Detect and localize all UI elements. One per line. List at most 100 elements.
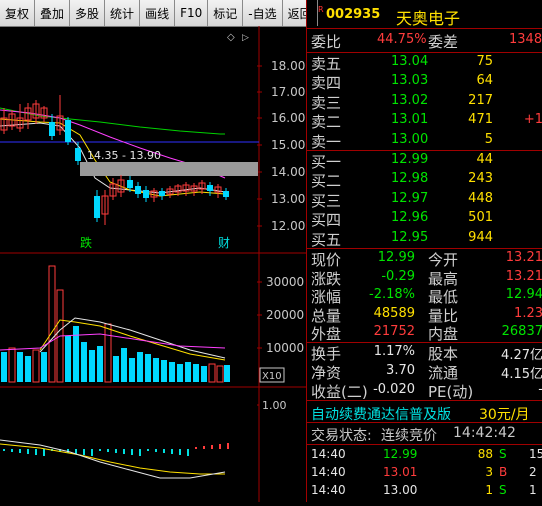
diamond-icon[interactable]: ◇ xyxy=(227,32,235,43)
bid-level-row[interactable]: 买三 12.97 448 xyxy=(307,190,542,210)
ad-banner[interactable]: 自动续费通达信普及版 30元/月 xyxy=(307,402,542,424)
volume-bar xyxy=(129,358,135,382)
quote-value: 1.23 xyxy=(514,305,542,321)
divider xyxy=(307,422,542,423)
triangle-right-icon[interactable]: ▷ xyxy=(242,33,249,43)
ask-level-row[interactable]: 卖二 13.01 471 +1 xyxy=(307,111,542,131)
tick-row[interactable]: 14:40 13.01 3 B 2 xyxy=(307,464,542,482)
fundamental-value: 4.27亿 xyxy=(501,348,542,363)
committee-diff-label: 委差 xyxy=(428,33,459,51)
volume-bar xyxy=(193,364,199,382)
volume-bar xyxy=(169,362,175,382)
fundamental-label: 流通 xyxy=(428,364,459,382)
kline-chart[interactable]: ◇ ▷ 18.0017.0016.0015.0014.0013.0012.00 … xyxy=(0,26,306,502)
candle xyxy=(207,185,213,191)
bid-level-label: 买四 xyxy=(311,211,342,230)
volume-bar xyxy=(201,366,207,382)
candle xyxy=(94,196,100,218)
fundamental-label: 收益(二) xyxy=(311,383,368,401)
candle xyxy=(159,191,165,196)
event-marker-left[interactable]: 跌 xyxy=(80,235,92,250)
price-axis-label: 13.00 xyxy=(271,192,305,206)
toolbar-button[interactable]: 复权 xyxy=(0,0,36,26)
trade-status-row: 交易状态: 连续竞价 14:42:42 xyxy=(307,424,542,444)
toolbar-button[interactable]: 统计 xyxy=(105,0,141,26)
stock-name[interactable]: 天奥电子 xyxy=(396,5,460,29)
tick-row[interactable]: 14:40 13.00 1 S 1 xyxy=(307,482,542,500)
candle xyxy=(223,191,229,197)
tick-count: 15 xyxy=(529,447,542,461)
quote-row: 总量 48589 量比 1.23 xyxy=(307,305,542,325)
tick-side: B xyxy=(499,465,508,479)
volume-bar xyxy=(121,348,127,382)
volume-bar xyxy=(17,352,23,382)
bid-level-row[interactable]: 买一 12.99 44 xyxy=(307,151,542,171)
tick-side: S xyxy=(499,483,507,497)
kline-chart-area[interactable]: ◇ ▷ 18.00 17.00 16.00 15.00 14.00 13.00 12.00 … xyxy=(0,26,306,502)
chart-toolbar: 复权 叠加 多股 统计 画线 F10 标记 -自选 返回 xyxy=(0,0,318,27)
event-marker-right[interactable]: 财 xyxy=(218,236,230,250)
bid-level-label: 买五 xyxy=(311,230,342,249)
bid-price: 12.97 xyxy=(391,190,429,206)
toolbar-button[interactable]: -自选 xyxy=(243,0,283,26)
bid-volume: 944 xyxy=(468,229,493,245)
bid-volume: 448 xyxy=(468,190,493,206)
ad-price[interactable]: 30元/月 xyxy=(479,404,530,424)
ask-price: 13.03 xyxy=(391,73,429,89)
bid-price: 12.95 xyxy=(391,229,429,245)
fundamental-row: 换手 1.17% 股本 4.27亿 xyxy=(307,343,542,363)
quote-value: 12.94 xyxy=(505,287,542,303)
ask-level-label: 卖四 xyxy=(311,74,342,93)
ask-level-row[interactable]: 卖一 13.00 5 xyxy=(307,131,542,151)
tick-row[interactable]: 14:40 12.99 88 S 15 xyxy=(307,446,542,464)
bid-level-row[interactable]: 买四 12.96 501 xyxy=(307,209,542,229)
toolbar-button[interactable]: 叠加 xyxy=(35,0,71,26)
volume-bar xyxy=(1,352,7,382)
ask-change: +1 xyxy=(523,112,542,128)
quote-row: 涨跌 -0.29 最高 13.21 xyxy=(307,268,542,288)
volume-bar xyxy=(8,347,16,383)
fundamental-label: 股本 xyxy=(428,345,459,363)
range-highlight xyxy=(80,162,258,176)
toolbar-button[interactable]: F10 xyxy=(175,0,209,26)
bid-level-row[interactable]: 买二 12.98 243 xyxy=(307,170,542,190)
ad-text[interactable]: 自动续费通达信普及版 xyxy=(311,404,451,424)
ask-price: 13.00 xyxy=(391,131,429,147)
ask-level-row[interactable]: 卖三 13.02 217 xyxy=(307,92,542,112)
quote-row: 涨幅 -2.18% 最低 12.94 xyxy=(307,286,542,306)
bid-price: 12.99 xyxy=(391,152,429,167)
bid-price: 12.96 xyxy=(391,210,429,226)
macd-dif-line xyxy=(0,439,226,479)
tick-volume: 3 xyxy=(485,465,493,479)
ask-level-row[interactable]: 卖四 13.03 64 xyxy=(307,72,542,92)
range-label: 14.35 - 13.90 xyxy=(87,149,161,162)
ask-level-row[interactable]: 卖五 13.04 75 xyxy=(307,53,542,73)
fundamental-value: 1.17% xyxy=(373,344,415,359)
quote-value: 48589 xyxy=(373,305,415,321)
candle xyxy=(135,186,141,194)
quote-value: -0.29 xyxy=(381,268,415,284)
toolbar-button[interactable]: 多股 xyxy=(70,0,106,26)
trade-status-time: 14:42:42 xyxy=(453,425,516,441)
macd-axis-label: 1.00 xyxy=(262,399,287,412)
toolbar-button[interactable]: 画线 xyxy=(140,0,176,26)
price-axis-label: 16.00 xyxy=(271,111,305,125)
candle xyxy=(49,122,55,136)
quote-value: 12.99 xyxy=(377,250,415,265)
volume-bar xyxy=(25,356,31,382)
candle xyxy=(127,180,133,188)
volume-ma-magenta xyxy=(0,333,226,351)
volume-axis-label: 20000 xyxy=(266,308,304,322)
candle xyxy=(75,148,81,161)
stock-code[interactable]: 002935 xyxy=(326,7,380,22)
committee-row: 委比 44.75% 委差 1348 xyxy=(307,31,542,51)
toolbar-button[interactable]: 标记 xyxy=(208,0,244,26)
bid-level-row[interactable]: 买五 12.95 944 xyxy=(307,229,542,249)
bid-volume: 243 xyxy=(468,171,493,187)
ask-level-label: 卖一 xyxy=(311,132,342,151)
fundamental-label: 换手 xyxy=(311,345,342,363)
fundamental-value: - xyxy=(538,382,542,397)
volume-bar xyxy=(185,362,191,382)
bid-volume: 44 xyxy=(476,152,493,167)
volume-bar xyxy=(41,352,47,382)
